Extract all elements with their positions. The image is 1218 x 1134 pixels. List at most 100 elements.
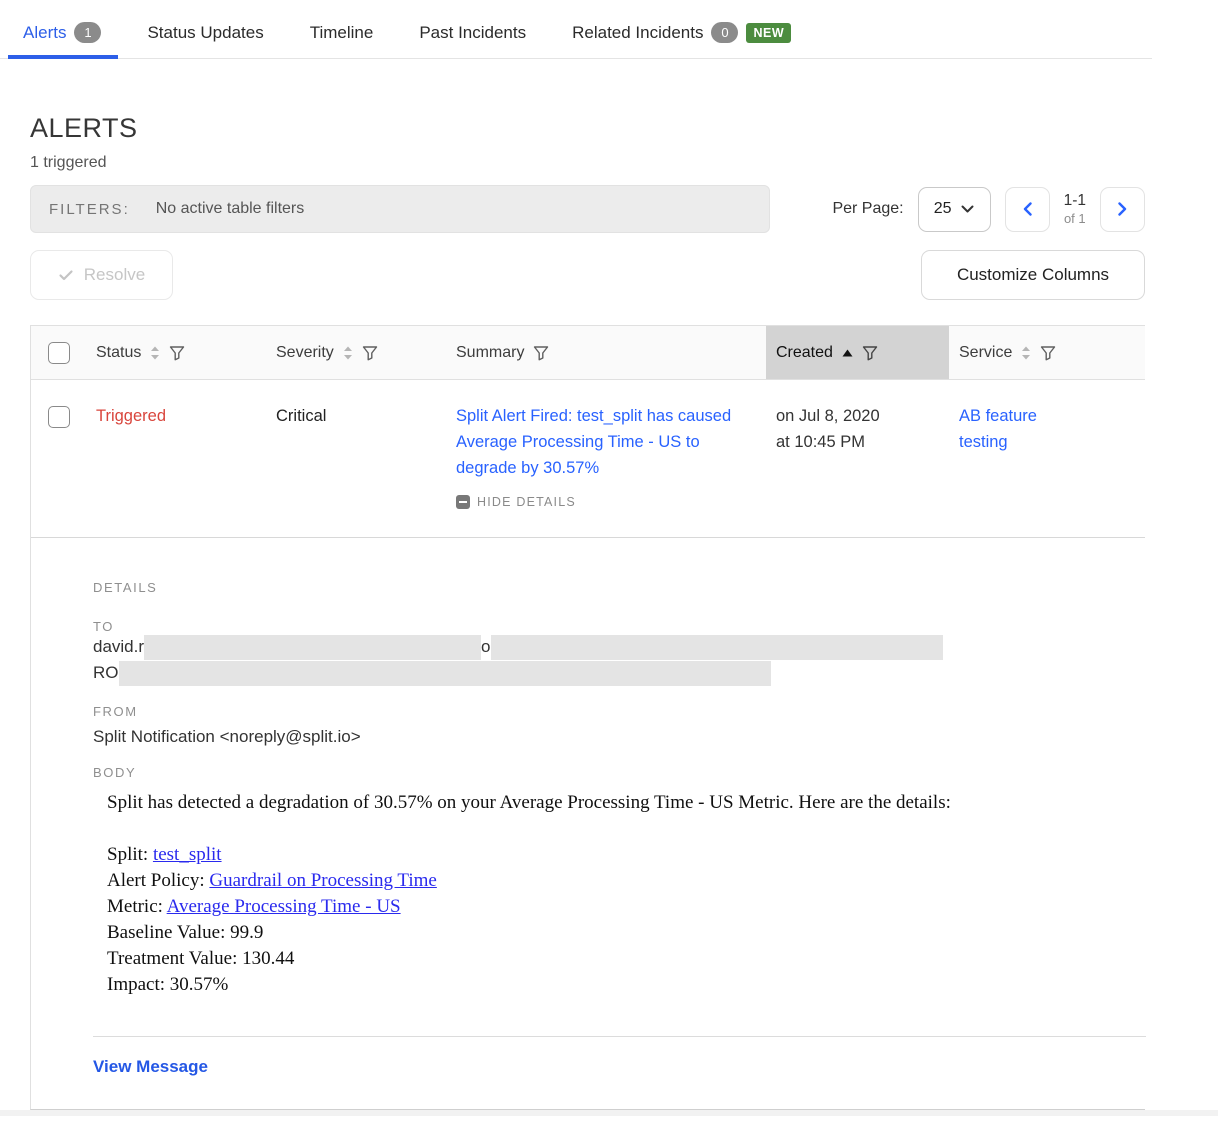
tab-timeline[interactable]: Timeline [310,23,374,58]
email-field-alert-policy: Alert Policy: Guardrail on Processing Ti… [107,868,1145,894]
page-background-strip [0,1110,1218,1116]
select-all-checkbox[interactable] [48,342,70,364]
customize-columns-button[interactable]: Customize Columns [921,250,1145,300]
created-time: at 10:45 PM [776,429,939,455]
to-address-fragment: RO [93,660,119,686]
email-field-baseline: Baseline Value: 99.9 [107,920,1145,946]
field-value: 130.44 [242,948,294,969]
body-label: BODY [93,765,1145,780]
sort-icon[interactable] [1021,346,1031,360]
view-message-link[interactable]: View Message [93,1057,208,1077]
column-header-created[interactable]: Created [766,326,949,379]
collapse-minus-icon [456,495,470,509]
severity-value: Critical [276,407,326,425]
chevron-left-icon [1023,202,1032,216]
service-link[interactable]: AB feature testing [959,403,1064,455]
filter-icon[interactable] [169,345,185,361]
resolve-button-label: Resolve [84,265,145,285]
table-row: Triggered Critical Split Alert Fired: te… [31,380,1145,537]
summary-column-label: Summary [456,344,524,362]
per-page-value: 25 [934,200,952,218]
page-indicator: 1-1 of 1 [1064,191,1086,227]
alerts-count-badge: 1 [74,22,101,43]
status-column-label: Status [96,344,141,362]
filter-icon[interactable] [1040,345,1056,361]
filter-icon[interactable] [362,345,378,361]
alerts-table: Status Severity Summary Created [30,325,1145,1110]
service-column-label: Service [959,344,1012,362]
per-page-select[interactable]: 25 [918,187,991,232]
table-header-row: Status Severity Summary Created [31,325,1145,380]
tab-timeline-label: Timeline [310,23,374,43]
page-total: of 1 [1064,211,1086,227]
to-address-fragment: david.r [93,634,144,660]
email-intro: Split has detected a degradation of 30.5… [107,790,1145,816]
customize-columns-label: Customize Columns [957,265,1109,285]
alert-policy-link[interactable]: Guardrail on Processing Time [209,870,436,891]
triggered-count: 1 triggered [30,154,1218,172]
tab-status-updates-label: Status Updates [147,23,263,43]
resolve-button[interactable]: Resolve [30,250,173,300]
sort-asc-icon[interactable] [842,349,853,357]
related-incidents-count-badge: 0 [711,22,738,43]
field-label: Treatment Value: [107,948,237,969]
tab-related-incidents-label: Related Incidents [572,23,703,43]
created-column-label: Created [776,344,833,362]
field-label: Impact: [107,974,165,995]
field-label: Metric: [107,896,163,917]
email-field-metric: Metric: Average Processing Time - US [107,894,1145,920]
column-header-summary[interactable]: Summary [446,326,766,379]
tab-status-updates[interactable]: Status Updates [147,23,263,58]
next-page-button[interactable] [1100,187,1145,232]
row-checkbox[interactable] [48,406,70,428]
details-section-label: DETAILS [93,580,1145,595]
field-label: Baseline Value: [107,922,225,943]
to-label: TO [93,619,1145,634]
column-header-status[interactable]: Status [86,326,266,379]
prev-page-button[interactable] [1005,187,1050,232]
field-value: 30.57% [170,974,229,995]
checkmark-icon [58,267,74,283]
email-field-impact: Impact: 30.57% [107,972,1145,998]
split-link[interactable]: test_split [153,844,222,865]
alert-summary-link[interactable]: Split Alert Fired: test_split has caused… [456,403,746,481]
tab-related-incidents[interactable]: Related Incidents 0 NEW [572,22,791,58]
email-field-split: Split: test_split [107,842,1145,868]
hide-details-toggle[interactable]: HIDE DETAILS [456,489,756,515]
to-recipients-line1: david.r o [93,634,1145,660]
metric-link[interactable]: Average Processing Time - US [167,896,401,917]
filter-icon[interactable] [862,345,878,361]
field-label: Alert Policy: [107,870,205,891]
email-body: Split has detected a degradation of 30.5… [107,790,1145,998]
email-field-treatment: Treatment Value: 130.44 [107,946,1145,972]
redaction-bar [119,661,771,686]
created-date: on Jul 8, 2020 [776,403,939,429]
column-header-service[interactable]: Service [949,326,1145,379]
field-value: 99.9 [230,922,263,943]
tab-alerts-label: Alerts [23,23,66,43]
filters-label: FILTERS: [49,201,130,218]
per-page-label: Per Page: [832,200,903,218]
tab-past-incidents[interactable]: Past Incidents [419,23,526,58]
redaction-bar [144,635,481,660]
from-label: FROM [93,704,1145,719]
tab-past-incidents-label: Past Incidents [419,23,526,43]
page-range: 1-1 [1064,191,1086,210]
filter-icon[interactable] [533,345,549,361]
hide-details-label: HIDE DETAILS [477,489,576,515]
page-title: ALERTS [30,113,1218,144]
severity-column-label: Severity [276,344,334,362]
sort-icon[interactable] [150,346,160,360]
filters-bar: FILTERS: No active table filters [30,185,770,233]
from-value: Split Notification <noreply@split.io> [93,727,1145,747]
alert-details-panel: DETAILS TO david.r o RO FROM Split Notifi… [31,537,1145,1109]
sort-icon[interactable] [343,346,353,360]
chevron-down-icon [961,205,974,213]
tab-bar: Alerts 1 Status Updates Timeline Past In… [0,0,1152,59]
tab-alerts[interactable]: Alerts 1 [23,22,101,58]
to-address-fragment: o [481,634,490,660]
filters-value: No active table filters [156,200,305,218]
column-header-severity[interactable]: Severity [266,326,446,379]
chevron-right-icon [1118,202,1127,216]
new-badge: NEW [746,23,791,43]
